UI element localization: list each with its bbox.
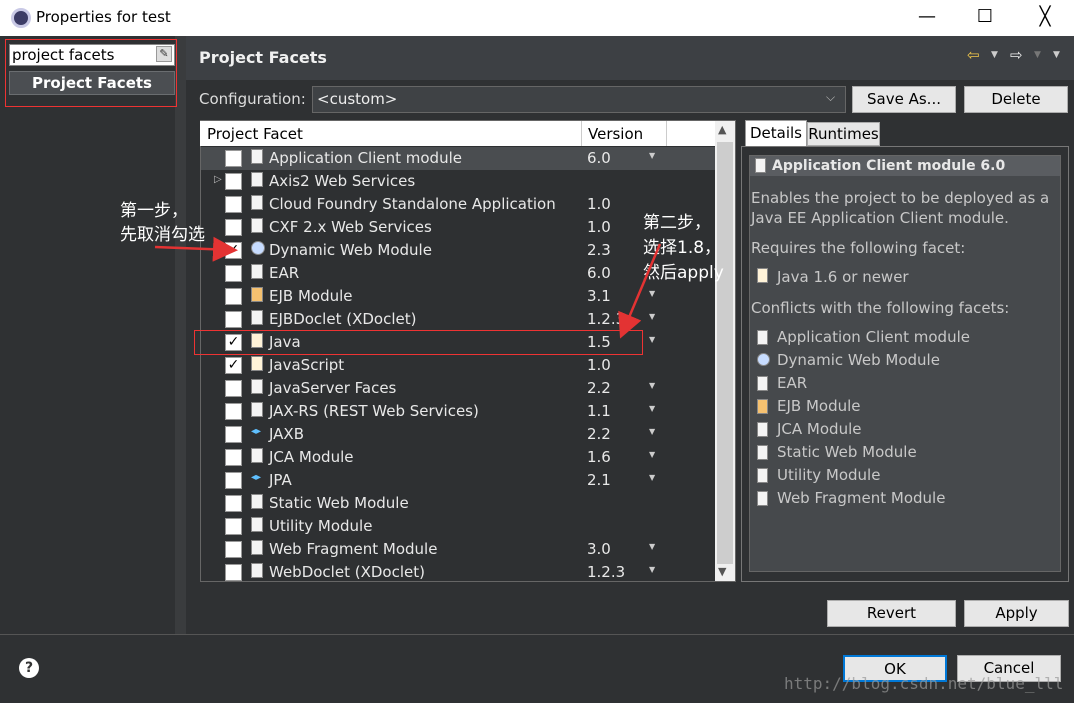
arrow-step2 xyxy=(618,243,662,339)
arrow-step1 xyxy=(154,236,238,262)
annotation-arrows xyxy=(154,236,662,339)
